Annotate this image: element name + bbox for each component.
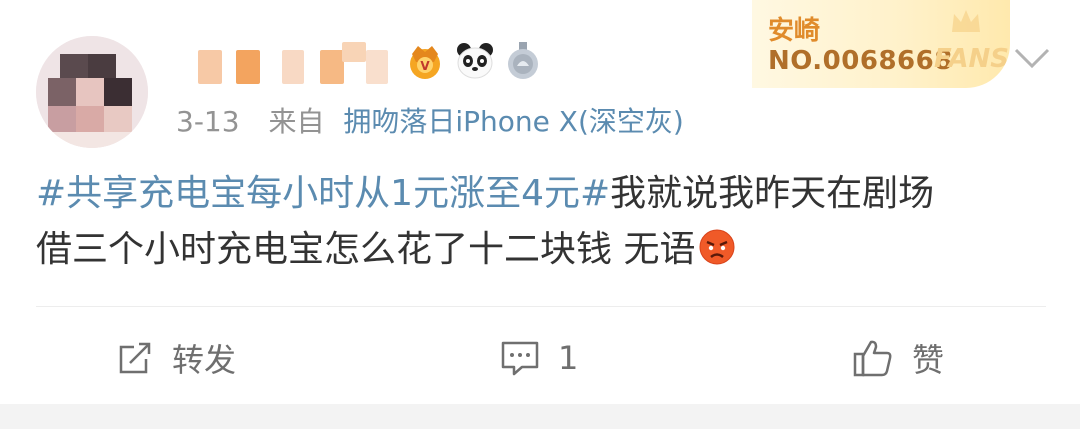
crown-badge-icon[interactable]: V [404, 40, 446, 82]
username[interactable] [192, 42, 392, 86]
comment-button[interactable]: 1 [500, 330, 578, 386]
feed-separator [0, 404, 1080, 429]
svg-text:V: V [420, 59, 430, 73]
angry-face-emoji [699, 229, 735, 265]
panda-badge-icon[interactable] [454, 40, 496, 82]
divider [36, 306, 1046, 307]
fans-card-title: 安崎 [768, 16, 821, 46]
chevron-down-icon[interactable] [1012, 46, 1052, 70]
comment-count: 1 [558, 339, 579, 377]
repost-icon [119, 342, 151, 374]
fans-card[interactable]: 安崎 NO.0068668 FANS [752, 0, 1010, 88]
like-button[interactable]: 赞 [852, 330, 944, 386]
post-date: 3-13 [176, 105, 240, 138]
device-link[interactable]: 拥吻落日iPhone X(深空灰) [343, 105, 683, 138]
post-meta: 3-13 来自 拥吻落日iPhone X(深空灰) [176, 104, 684, 140]
topic-link[interactable]: #共享充电宝每小时从1元涨至4元# [36, 173, 610, 214]
post-content: #共享充电宝每小时从1元涨至4元#我就说我昨天在剧场 借三个小时充电宝怎么花了十… [36, 166, 1046, 278]
fans-card-number: NO.0068668 [768, 46, 953, 76]
source-label: 来自 [268, 105, 325, 138]
crown-icon [952, 10, 980, 32]
silver-medal-icon[interactable] [502, 40, 544, 82]
fans-card-label: FANS [934, 44, 1010, 74]
comment-icon [501, 341, 539, 376]
repost-label: 转发 [172, 341, 237, 379]
post-text-line2: 借三个小时充电宝怎么花了十二块钱 无语 [36, 229, 696, 270]
post-text-line1: 我就说我昨天在剧场 [610, 173, 935, 214]
thumbs-up-icon [853, 340, 892, 377]
repost-button[interactable]: 转发 [116, 330, 236, 386]
like-label: 赞 [912, 341, 945, 379]
avatar[interactable] [36, 36, 148, 148]
